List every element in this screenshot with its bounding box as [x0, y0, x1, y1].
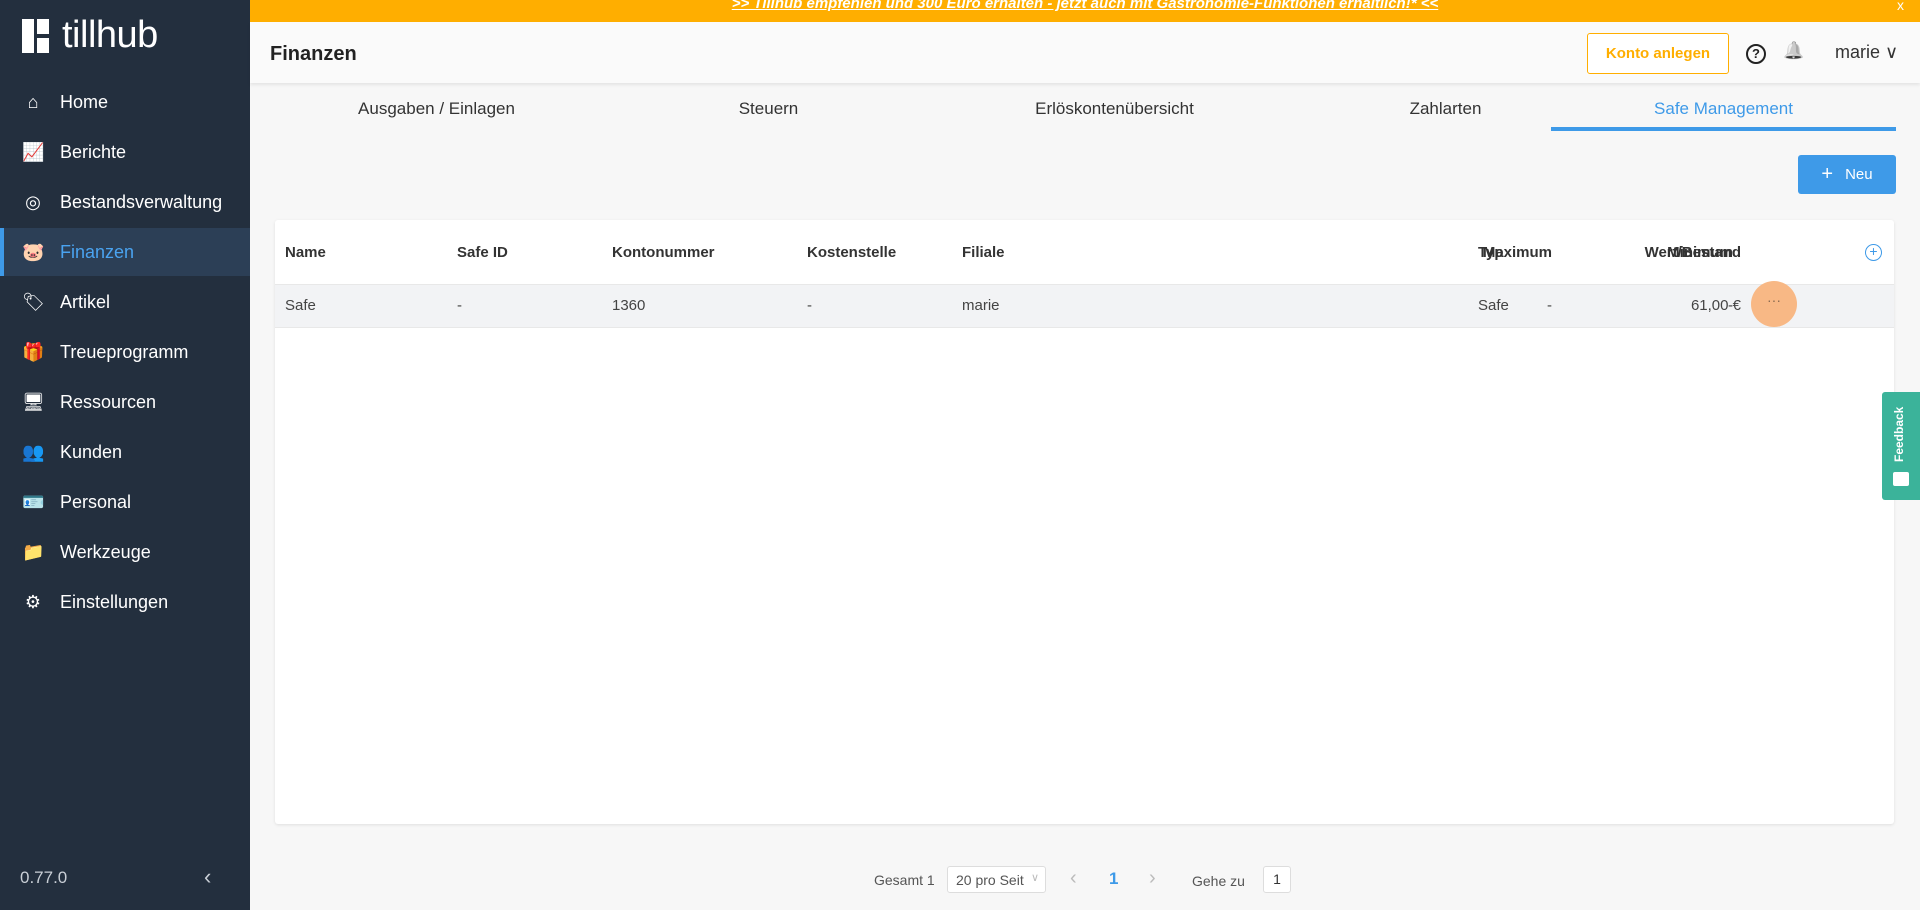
cell-kostenstelle: -: [807, 297, 812, 314]
new-button-label: Neu: [1845, 166, 1873, 183]
prev-page-icon[interactable]: ‹: [1070, 867, 1077, 890]
sidebar-item-werkzeuge[interactable]: 📁 Werkzeuge: [0, 528, 250, 576]
sidebar-item-einstellungen[interactable]: ⚙ Einstellungen: [0, 578, 250, 626]
sidebar-item-label: Bestandsverwaltung: [60, 191, 223, 212]
user-menu[interactable]: marie ∨: [1835, 42, 1898, 63]
sidebar-item-label: Kunden: [60, 441, 123, 462]
sidebar: tillhub ⌂ Home 📈 Berichte ◎ Bestandsverwalt…: [0, 0, 250, 910]
tab-erloeskontenuebersicht[interactable]: Erlöskontenübersicht: [942, 99, 1287, 119]
sidebar-item-label: Finanzen: [60, 241, 135, 262]
new-button[interactable]: + Neu: [1798, 155, 1896, 194]
help-icon[interactable]: ?: [1746, 44, 1766, 64]
cell-safe-id: -: [457, 297, 462, 314]
cell-typ: Safe: [1478, 297, 1509, 314]
cell-kontonummer: 1360: [612, 297, 646, 314]
add-column-icon[interactable]: +: [1865, 244, 1882, 261]
version-label: 0.77.0: [20, 868, 68, 887]
next-page-icon[interactable]: ›: [1149, 867, 1156, 890]
sidebar-item-label: Ressourcen: [60, 391, 157, 412]
piggy-bank-icon: 🐷: [22, 241, 45, 262]
gear-icon: ⚙: [24, 591, 42, 612]
column-header-filiale[interactable]: Filiale: [962, 244, 1005, 261]
column-header-typ[interactable]: Typ: [1478, 244, 1504, 261]
pagination-total: Gesamt 1: [874, 872, 935, 888]
page-title: Finanzen: [270, 43, 357, 65]
page-number-1[interactable]: 1: [1109, 869, 1118, 889]
logo-mark-icon: [22, 18, 54, 53]
column-header-safe-id[interactable]: Safe ID: [457, 244, 508, 261]
monitor-icon: 🖥: [22, 391, 45, 412]
tab-safe-management[interactable]: Safe Management: [1551, 99, 1896, 119]
safe-table: Name Safe ID Kontonummer Kostenstelle Fi…: [275, 220, 1894, 824]
sidebar-item-bestandsverwaltung[interactable]: ◎ Bestandsverwaltung: [0, 178, 250, 226]
users-icon: 👥: [22, 441, 45, 462]
tab-ausgaben-einlagen[interactable]: Ausgaben / Einlagen: [264, 99, 609, 119]
id-card-icon: 🪪: [22, 491, 45, 512]
page-size-select[interactable]: 20 pro Seit ∨: [947, 866, 1046, 893]
tabs: Ausgaben / Einlagen Steuern Erlöskontenü…: [250, 83, 1920, 133]
sidebar-item-berichte[interactable]: 📈 Berichte: [0, 128, 250, 176]
promo-banner: >> Tillhub empfehlen und 300 Euro erhalt…: [250, 0, 1920, 22]
page-size-value: 20 pro Seit: [956, 872, 1024, 888]
home-icon: ⌂: [27, 91, 39, 112]
column-header-kostenstelle[interactable]: Kostenstelle: [807, 244, 896, 261]
konto-anlegen-button[interactable]: Konto anlegen: [1587, 33, 1729, 74]
cell-maximum: -: [1547, 297, 1552, 314]
sidebar-item-personal[interactable]: 🪪 Personal: [0, 478, 250, 526]
plus-icon: +: [1821, 163, 1834, 185]
bell-icon[interactable]: 🔔: [1783, 41, 1804, 61]
close-icon[interactable]: x: [1897, 0, 1904, 12]
sidebar-item-label: Werkzeuge: [60, 541, 151, 562]
sidebar-item-label: Treueprogramm: [60, 341, 189, 362]
goto-label: Gehe zu: [1192, 873, 1245, 889]
goto-page-input[interactable]: 1: [1263, 866, 1291, 893]
sidebar-item-kunden[interactable]: 👥 Kunden: [0, 428, 250, 476]
sidebar-item-label: Berichte: [60, 141, 127, 162]
chevron-down-icon: ∨: [1030, 872, 1039, 884]
tag-icon: 🏷: [22, 291, 45, 312]
sidebar-item-home[interactable]: ⌂ Home: [0, 78, 250, 126]
table-row[interactable]: Safe - 1360 - marie - - Safe 61,00 € ···: [275, 281, 1894, 328]
sidebar-item-ressourcen[interactable]: 🖥 Ressourcen: [0, 378, 250, 426]
row-actions-button[interactable]: ···: [1751, 281, 1797, 327]
chart-icon: 📈: [22, 141, 45, 162]
sidebar-item-label: Home: [60, 91, 109, 112]
promo-link[interactable]: >> Tillhub empfehlen und 300 Euro erhalt…: [732, 0, 1439, 12]
sidebar-item-finanzen[interactable]: 🐷 Finanzen: [0, 228, 250, 276]
sidebar-item-treueprogramm[interactable]: 🎁 Treueprogramm: [0, 328, 250, 376]
column-header-kontonummer[interactable]: Kontonummer: [612, 244, 715, 261]
cell-name: Safe: [285, 297, 316, 314]
sidebar-item-artikel[interactable]: 🏷 Artikel: [0, 278, 250, 326]
tab-steuern[interactable]: Steuern: [596, 99, 941, 119]
collapse-sidebar-icon[interactable]: ‹: [204, 864, 211, 890]
feedback-chat-icon: [1893, 472, 1909, 486]
gift-icon: 🎁: [22, 341, 45, 362]
logo[interactable]: tillhub: [22, 14, 158, 57]
active-tab-indicator: [1551, 127, 1896, 131]
inventory-icon: ◎: [25, 191, 41, 212]
sidebar-item-label: Personal: [60, 491, 132, 512]
cell-filiale: marie: [962, 297, 1000, 314]
cell-wert-bestand: 61,00 €: [1690, 297, 1741, 314]
sidebar-item-label: Einstellungen: [60, 591, 169, 612]
folder-icon: 📁: [22, 541, 45, 562]
feedback-label: Feedback: [1892, 406, 1906, 462]
feedback-tab[interactable]: Feedback: [1882, 392, 1920, 500]
column-header-wert-bestand[interactable]: Wert/Bestand: [1641, 244, 1741, 261]
sidebar-item-label: Artikel: [60, 291, 111, 312]
page-header: Finanzen Konto anlegen ? 🔔 marie ∨: [250, 22, 1920, 83]
logo-text: tillhub: [62, 14, 158, 56]
column-header-name[interactable]: Name: [285, 244, 326, 261]
